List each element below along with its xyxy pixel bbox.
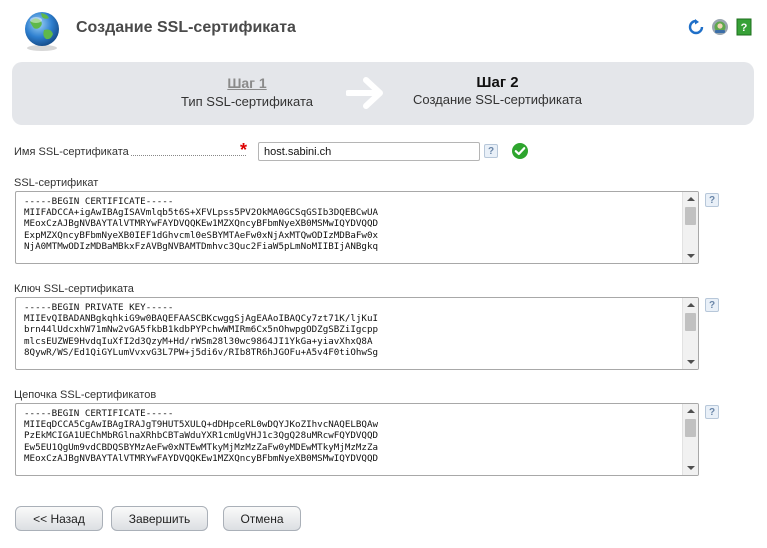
scroll-thumb[interactable] (685, 313, 696, 331)
chain-textarea[interactable]: -----BEGIN CERTIFICATE----- MIIEqDCCA5Cg… (15, 403, 699, 476)
help-icon[interactable]: ? (705, 405, 719, 419)
scroll-thumb[interactable] (685, 419, 696, 437)
required-marker: * (240, 140, 248, 160)
scroll-down-icon[interactable] (687, 360, 695, 364)
valid-check-icon (512, 143, 528, 159)
help-icon[interactable]: ? (705, 193, 719, 207)
scrollbar[interactable] (682, 298, 698, 369)
header-toolbar: ? (687, 18, 753, 36)
scroll-up-icon[interactable] (687, 409, 695, 413)
help-icon[interactable]: ? (705, 298, 719, 312)
cancel-button[interactable]: Отмена (223, 506, 301, 531)
step1-link[interactable]: Шаг 1 (227, 75, 266, 91)
scroll-thumb[interactable] (685, 207, 696, 225)
page-title: Создание SSL-сертификата (76, 19, 296, 36)
scroll-up-icon[interactable] (687, 197, 695, 201)
chain-label: Цепочка SSL-сертификатов (14, 389, 157, 401)
certificate-name-row: Имя SSL-сертификата * ? (14, 140, 554, 162)
scroll-down-icon[interactable] (687, 254, 695, 258)
support-icon[interactable] (711, 18, 729, 36)
certificate-name-label: Имя SSL-сертификата (14, 146, 129, 158)
header: Создание SSL-сертификата ? (0, 0, 767, 58)
wizard-steps: Шаг 1 Тип SSL-сертификата Шаг 2 Создание… (12, 62, 754, 125)
certificate-text: -----BEGIN CERTIFICATE----- MIIFADCCA+ig… (24, 196, 379, 252)
scroll-up-icon[interactable] (687, 303, 695, 307)
help-book-icon[interactable]: ? (735, 18, 753, 36)
private-key-textarea[interactable]: -----BEGIN PRIVATE KEY----- MIIEvQIBADAN… (15, 297, 699, 370)
step2-number: Шаг 2 (476, 74, 519, 91)
wizard-step-2: Шаг 2 Создание SSL-сертификата (400, 74, 595, 107)
arrow-right-icon (346, 77, 383, 109)
svg-text:?: ? (741, 22, 748, 34)
wizard-step-1: Шаг 1 Тип SSL-сертификата (172, 75, 322, 109)
chain-text: -----BEGIN CERTIFICATE----- MIIEqDCCA5Cg… (24, 408, 379, 464)
refresh-icon[interactable] (687, 18, 705, 36)
help-icon[interactable]: ? (484, 144, 498, 158)
globe-icon (25, 12, 59, 51)
step1-label: Тип SSL-сертификата (181, 94, 313, 109)
scrollbar[interactable] (682, 192, 698, 263)
scroll-down-icon[interactable] (687, 466, 695, 470)
certificate-name-input[interactable] (258, 142, 480, 161)
private-key-text: -----BEGIN PRIVATE KEY----- MIIEvQIBADAN… (24, 302, 379, 358)
private-key-label: Ключ SSL-сертификата (14, 283, 134, 295)
scrollbar[interactable] (682, 404, 698, 475)
certificate-textarea[interactable]: -----BEGIN CERTIFICATE----- MIIFADCCA+ig… (15, 191, 699, 264)
certificate-label: SSL-сертификат (14, 177, 99, 189)
step2-label: Создание SSL-сертификата (413, 92, 582, 107)
finish-button[interactable]: Завершить (111, 506, 208, 531)
label-leader-dots (131, 155, 246, 156)
back-button[interactable]: << Назад (15, 506, 103, 531)
